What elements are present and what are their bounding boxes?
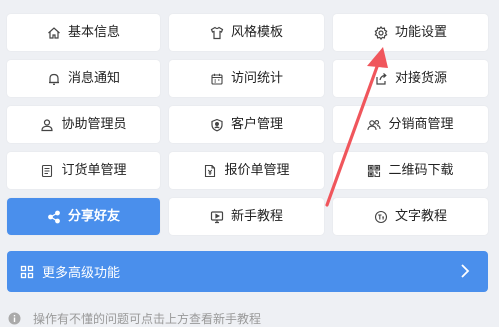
shirt-icon [210,26,224,40]
gear-icon [374,25,388,40]
grid-icon [20,265,34,279]
assist-admin-button[interactable]: 协助管理员 [7,106,160,143]
qrcode-icon [367,164,381,178]
users-icon [367,118,382,132]
qrcode-download-button[interactable]: 二维码下载 [333,152,488,189]
calendar-icon [210,72,224,86]
text-tutorial-icon [374,210,388,224]
shield-icon [210,118,224,132]
beginner-tutorial-label: 新手教程 [230,209,283,224]
function-settings-label: 功能设置 [394,25,447,40]
basic-info-button[interactable]: 基本信息 [7,14,160,51]
message-notify-label: 消息通知 [67,71,120,86]
customer-manage-label: 客户管理 [230,117,283,132]
beginner-tutorial-button[interactable]: 新手教程 [169,198,324,235]
bell-icon [47,72,61,86]
quote-manage-label: 报价单管理 [224,163,290,178]
share-icon [374,72,388,86]
message-notify-button[interactable]: 消息通知 [7,60,160,97]
share-friends-label: 分享好友 [67,209,120,224]
text-tutorial-label: 文字教程 [394,209,447,224]
quote-manage-button[interactable]: 报价单管理 [169,152,324,189]
order-manage-label: 订货单管理 [61,163,127,178]
assist-admin-label: 协助管理员 [61,117,127,132]
basic-info-label: 基本信息 [67,25,120,40]
style-template-label: 风格模板 [230,25,283,40]
more-advanced-features-button[interactable]: 更多高级功能 [7,251,488,292]
share-nodes-icon [47,210,61,224]
distributor-manage-label: 分销商管理 [388,117,454,132]
visit-stats-button[interactable]: 访问统计 [169,60,324,97]
distributor-manage-button[interactable]: 分销商管理 [333,106,488,143]
list-doc-icon [40,164,54,178]
more-advanced-features-label: 更多高级功能 [42,266,121,281]
customer-manage-button[interactable]: 客户管理 [169,106,324,143]
connect-supply-label: 对接货源 [394,71,447,86]
home-icon [47,26,61,40]
user-icon [40,118,54,132]
price-doc-icon [203,164,217,178]
feature-grid: 基本信息 风格模板 功能设置 消息通知 访问统计 对接货源 协助管理员 客户管理… [7,14,488,235]
function-settings-button[interactable]: 功能设置 [333,14,488,51]
order-manage-button[interactable]: 订货单管理 [7,152,160,189]
text-tutorial-button[interactable]: 文字教程 [333,198,488,235]
share-friends-button[interactable]: 分享好友 [7,198,160,235]
chevron-right-icon [461,264,470,278]
style-template-button[interactable]: 风格模板 [169,14,324,51]
qrcode-download-label: 二维码下载 [388,163,454,178]
connect-supply-button[interactable]: 对接货源 [333,60,488,97]
monitor-play-icon [210,210,224,224]
visit-stats-label: 访问统计 [230,71,283,86]
